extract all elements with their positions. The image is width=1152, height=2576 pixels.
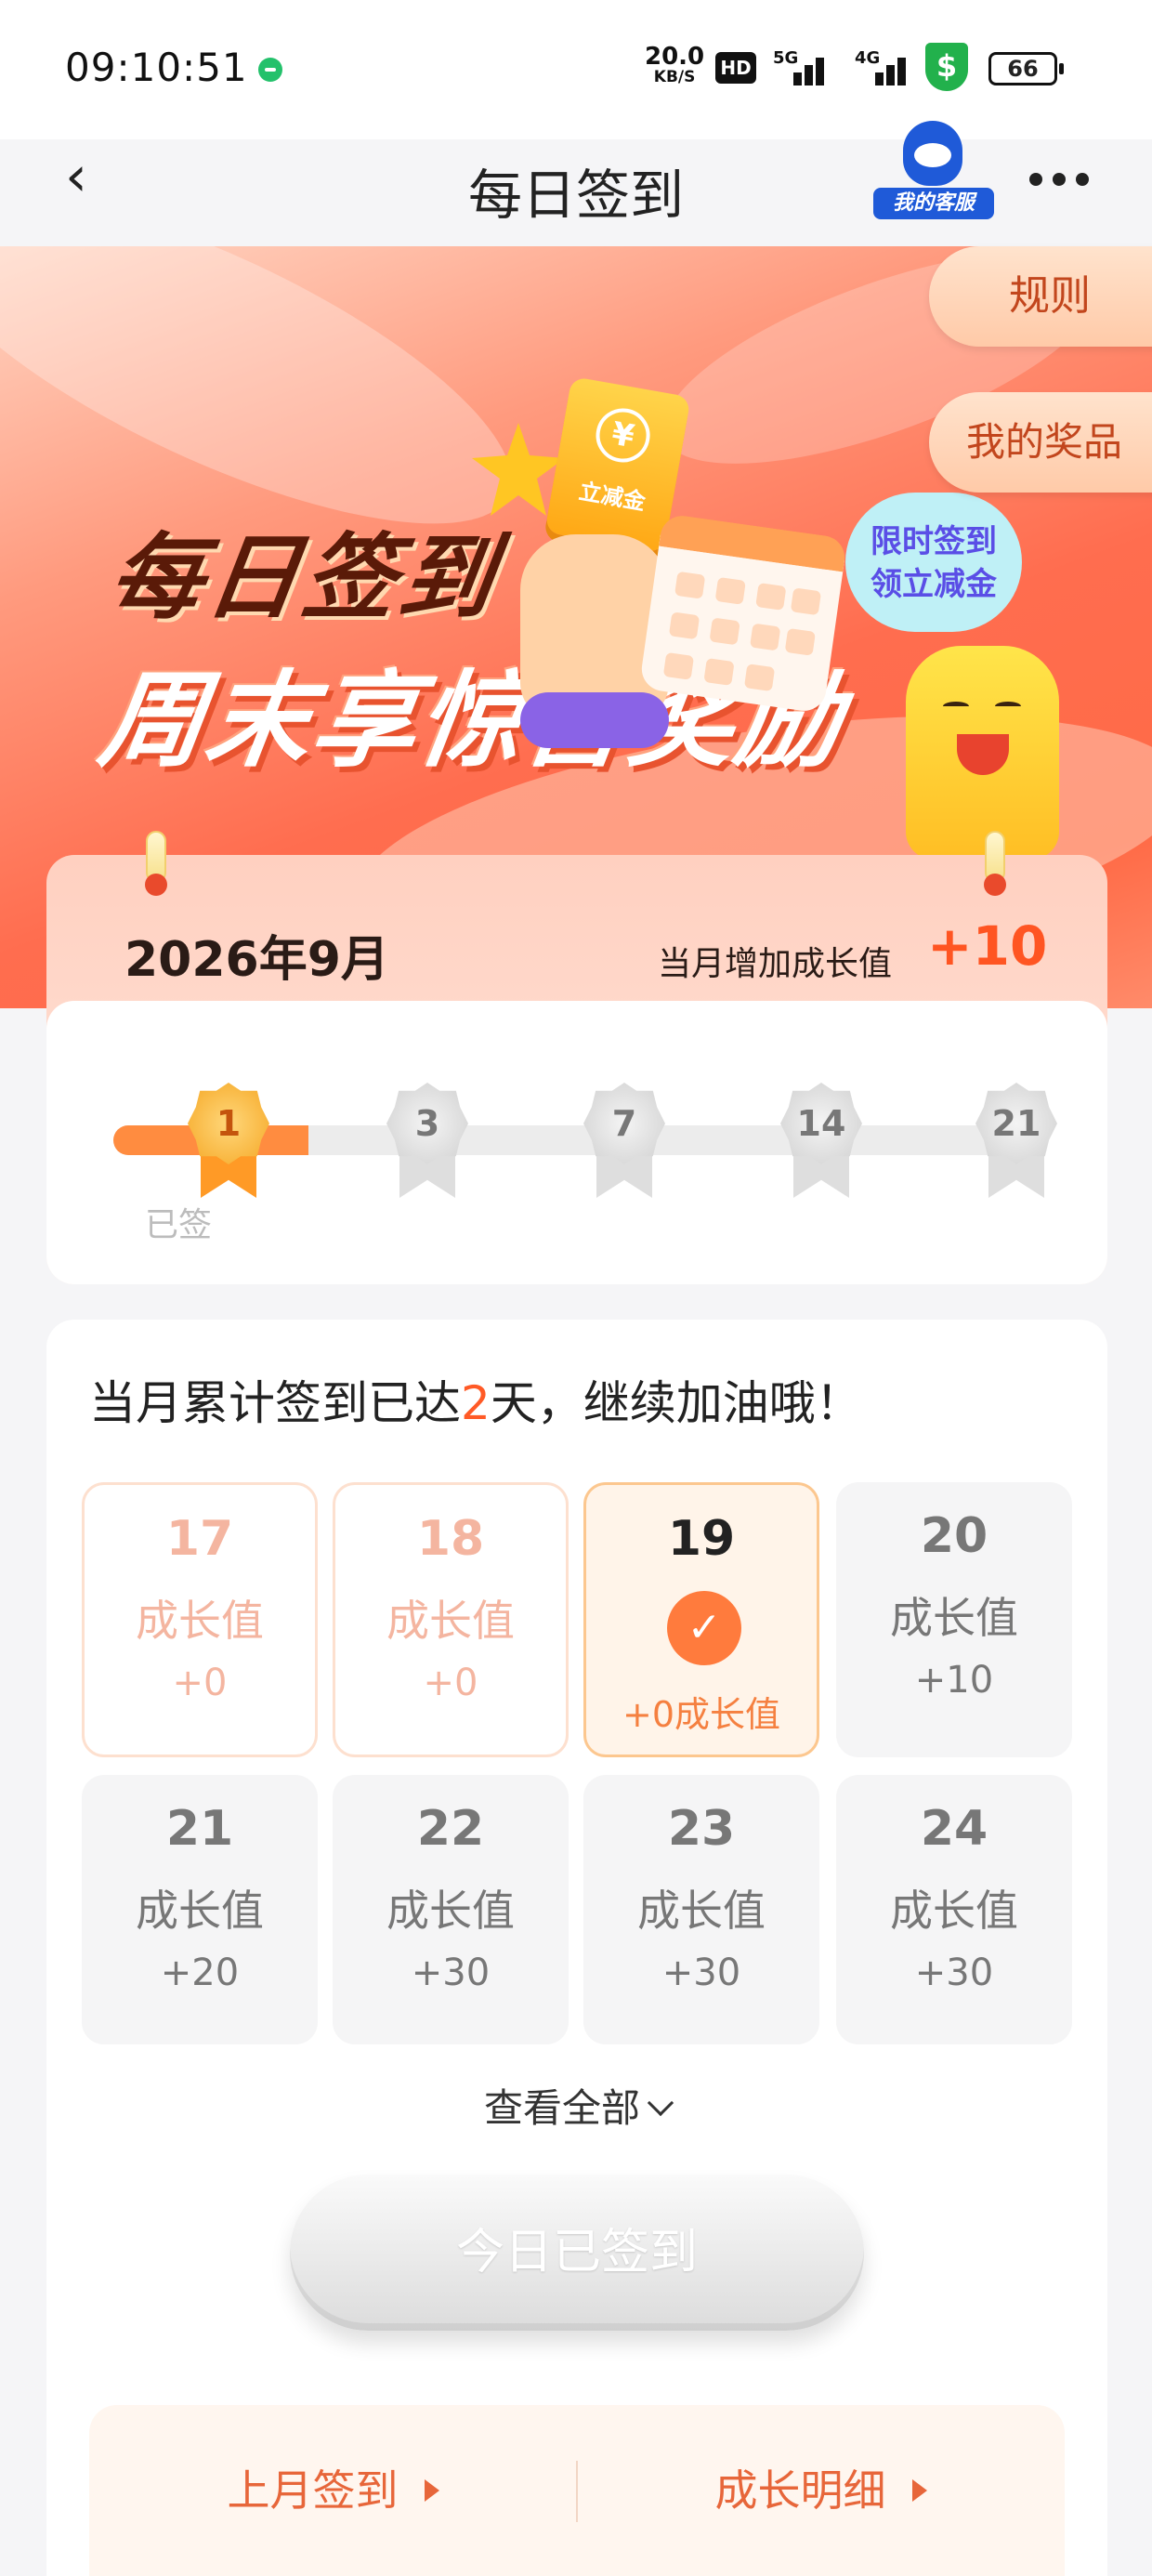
- day-value: +30: [914, 1952, 994, 1994]
- triangle-right-icon: [911, 2479, 927, 2502]
- yen-icon: ¥: [591, 403, 655, 467]
- growth-value: +10: [927, 914, 1048, 978]
- day-value: +0: [172, 1662, 228, 1704]
- hd-voice-icon: HD: [715, 52, 756, 84]
- day-cell-23[interactable]: 23 成长值 +30: [583, 1775, 819, 2044]
- day-label: 成长值: [136, 1886, 264, 1936]
- cumulative-suffix: 天，继续加油哦！: [490, 1376, 862, 1430]
- day-cell-17[interactable]: 17 成长值 +0: [82, 1482, 318, 1757]
- milestone-progress: 1 3 7 14 21 已签: [46, 1001, 1107, 1284]
- coupon-label: 立减金: [577, 478, 648, 516]
- my-prizes-tab[interactable]: 我的奖品: [929, 392, 1152, 493]
- triangle-right-icon: [424, 2479, 439, 2502]
- hero-title: 每日签到: [102, 523, 504, 632]
- pin-icon: [142, 831, 170, 905]
- day-value: +0: [423, 1662, 478, 1704]
- message-notification-icon: [258, 58, 282, 82]
- day-value: +30: [411, 1952, 491, 1994]
- day-date: 22: [416, 1801, 485, 1857]
- milestone-medal-14: 14: [777, 1083, 866, 1198]
- day-date: 23: [667, 1801, 736, 1857]
- growth-detail-link[interactable]: 成长明细: [577, 2405, 1065, 2576]
- signal-5g-icon: 5G: [773, 48, 829, 85]
- day-value: +10: [914, 1659, 994, 1702]
- rules-tab[interactable]: 规则: [929, 246, 1152, 347]
- milestone-number: 3: [414, 1103, 440, 1144]
- signal-4g-label: 4G: [855, 48, 881, 68]
- cumulative-prefix: 当月累计签到已达: [89, 1376, 461, 1430]
- day-date: 21: [165, 1801, 234, 1857]
- signed-today-button[interactable]: 今日已签到: [290, 2175, 864, 2331]
- pin-icon: [981, 831, 1009, 905]
- milestone-medal-21: 21: [972, 1083, 1061, 1198]
- ticket-mascot-icon: [906, 646, 1059, 860]
- month-label: 2026年9月: [124, 932, 389, 988]
- bottom-links: 上月签到 成长明细: [89, 2405, 1065, 2576]
- milestone-number: 21: [991, 1103, 1041, 1144]
- growth-label: 当月增加成长值: [658, 945, 893, 983]
- day-value: +20: [160, 1952, 240, 1994]
- milestone-medal-7: 7: [580, 1083, 669, 1198]
- day-cell-21[interactable]: 21 成长值 +20: [82, 1775, 318, 2044]
- day-date: 19: [667, 1511, 736, 1567]
- day-label: 成长值: [637, 1886, 766, 1936]
- back-arrow-icon[interactable]: ‹: [65, 149, 102, 204]
- milestone-number: 7: [611, 1103, 637, 1144]
- customer-service-button[interactable]: 我的客服: [873, 121, 994, 223]
- day-cell-22[interactable]: 22 成长值 +30: [333, 1775, 569, 2044]
- day-cell-24[interactable]: 24 成长值 +30: [836, 1775, 1072, 2044]
- day-label: 成长值: [386, 1596, 515, 1646]
- milestone-medal-3: 3: [383, 1083, 472, 1198]
- cumulative-days: 2: [461, 1376, 491, 1430]
- day-date: 17: [165, 1511, 234, 1567]
- checkmark-icon: ✓: [667, 1591, 741, 1665]
- last-month-label: 上月签到: [227, 2465, 399, 2516]
- day-cell-19-today[interactable]: 19 ✓ +0成长值: [583, 1482, 819, 1757]
- day-cell-18[interactable]: 18 成长值 +0: [333, 1482, 569, 1757]
- milestone-medal-1: 1: [184, 1083, 273, 1198]
- view-all-button[interactable]: 查看全部: [46, 2077, 1107, 2134]
- day-date: 24: [920, 1801, 988, 1857]
- milestone-number: 14: [796, 1103, 846, 1144]
- day-value: +30: [661, 1952, 741, 1994]
- day-label: 成长值: [386, 1886, 515, 1936]
- signal-5g-label: 5G: [773, 48, 799, 68]
- day-cell-20[interactable]: 20 成长值 +10: [836, 1482, 1072, 1757]
- chevron-down-icon: [647, 2089, 674, 2117]
- more-options-icon[interactable]: [1029, 173, 1089, 188]
- battery-icon: 66: [988, 52, 1064, 85]
- status-time: 09:10:51: [65, 45, 248, 90]
- signal-4g-icon: 4G: [855, 48, 910, 85]
- status-bar: 09:10:51 20.0 KB/S HD 5G 4G $ 66: [0, 0, 1152, 139]
- network-speed: 20.0 KB/S: [645, 45, 704, 87]
- promo-bubble-line2: 领立减金: [871, 566, 997, 603]
- day-date: 18: [416, 1511, 485, 1567]
- promo-bubble-line1: 限时签到: [871, 523, 997, 560]
- promo-bubble: 限时签到 领立减金: [845, 493, 1022, 632]
- sign-in-calendar-card: 当月累计签到已达2天，继续加油哦！ 17 成长值 +0 18 成长值 +0 19…: [46, 1320, 1107, 2576]
- day-label: 成长值: [890, 1886, 1018, 1936]
- milestone-number: 1: [216, 1103, 242, 1144]
- growth-detail-label: 成长明细: [714, 2465, 886, 2516]
- customer-service-mascot-icon: [903, 121, 962, 186]
- calendar-illustration-icon: [638, 513, 848, 714]
- last-month-sign-in-link[interactable]: 上月签到: [89, 2405, 577, 2576]
- cumulative-sign-in-text: 当月累计签到已达2天，继续加油哦！: [89, 1366, 862, 1433]
- customer-service-label: 我的客服: [873, 188, 994, 219]
- day-label: 成长值: [136, 1596, 264, 1646]
- signed-label: 已签: [145, 1206, 213, 1244]
- day-date: 20: [920, 1508, 988, 1564]
- month-progress-card: 2026年9月 当月增加成长值 +10 1 3 7 14 21 已签: [46, 831, 1107, 1284]
- day-value: +0成长值: [622, 1694, 781, 1735]
- security-shield-icon: $: [925, 43, 968, 91]
- view-all-label: 查看全部: [483, 2085, 640, 2131]
- day-label: 成长值: [890, 1593, 1018, 1643]
